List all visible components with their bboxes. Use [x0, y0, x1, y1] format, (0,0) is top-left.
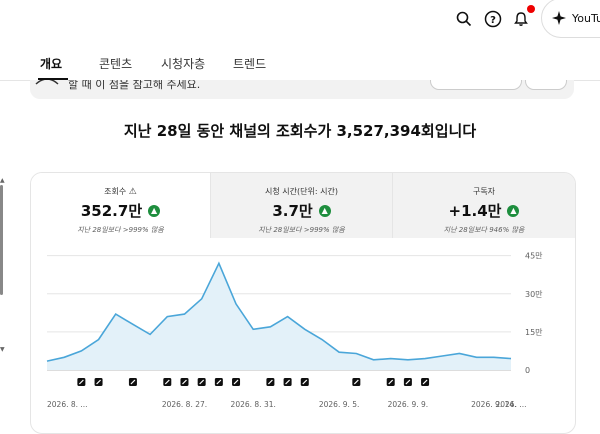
- banner-illustration-icon: [35, 80, 59, 85]
- trend-up-icon: ▲: [318, 204, 331, 217]
- y-tick-label: 30만: [525, 290, 543, 299]
- banner-text: 할 때 이 점을 참고해 주세요.: [68, 80, 201, 91]
- page-headline: 지난 28일 동안 채널의 조회수가 3,527,394회입니다: [123, 122, 477, 140]
- metric-views-value: 352.7만: [80, 202, 143, 220]
- metric-views[interactable]: 조회수 ⚠ 352.7만 ▲ 지난 28일보다 >999% 많음: [31, 173, 211, 238]
- metric-watch-time[interactable]: 시청 시간(단위: 시간) 3.7만 ▲ 지난 28일보다 >999% 많음: [211, 173, 393, 238]
- analytics-card: 조회수 ⚠ 352.7만 ▲ 지난 28일보다 >999% 많음 시청 시간(단위…: [30, 172, 576, 434]
- metric-views-label: 조회수: [104, 187, 127, 196]
- metric-views-comparison: 지난 28일보다 >999% 많음: [77, 226, 164, 234]
- sparkle-icon: [552, 11, 566, 25]
- trend-up-icon: ▲: [507, 204, 520, 217]
- video-upload-icon[interactable]: [352, 378, 361, 386]
- metric-watch-time-comparison: 지난 28일보다 >999% 많음: [258, 226, 345, 234]
- y-tick-label: 0: [525, 366, 530, 375]
- scrollbar-thumb[interactable]: [0, 185, 3, 295]
- video-upload-icon[interactable]: [94, 378, 103, 386]
- video-upload-icon[interactable]: [300, 378, 309, 386]
- youtube-button-label: YouTube: [572, 11, 600, 25]
- x-tick-label: 2026. 9. 9.: [388, 400, 429, 409]
- video-upload-icon[interactable]: [214, 378, 223, 386]
- views-area: [47, 263, 511, 370]
- top-bar: ? YouTube: [0, 0, 600, 42]
- metric-watch-time-label: 시청 시간(단위: 시간): [265, 187, 338, 196]
- x-tick-label: 2026. 8. 31.: [231, 400, 276, 409]
- search-icon[interactable]: [453, 8, 475, 30]
- video-upload-icon[interactable]: [283, 378, 292, 386]
- video-upload-icon[interactable]: [266, 378, 275, 386]
- x-tick-label: 2026. ...: [495, 400, 526, 409]
- x-tick-label: 2026. 8. 27.: [162, 400, 207, 409]
- metric-subscribers[interactable]: 구독자 +1.4만 ▲ 지난 28일보다 946% 많음: [393, 173, 575, 238]
- video-upload-icon[interactable]: [403, 378, 412, 386]
- views-chart[interactable]: 45만 30만 15만 0 2026. 8. ... 2026. 8. 27. 2026.…: [31, 238, 575, 433]
- scroll-down-arrow[interactable]: ▼: [0, 346, 5, 353]
- help-icon[interactable]: ?: [482, 8, 504, 30]
- banner-action-button[interactable]: [430, 80, 522, 90]
- info-banner: 할 때 이 점을 참고해 주세요.: [30, 80, 574, 99]
- tab-bar: 개요 콘텐츠 시청자층 트렌드: [0, 42, 600, 81]
- youtube-studio-button[interactable]: YouTube: [541, 0, 600, 38]
- video-upload-icon[interactable]: [232, 378, 241, 386]
- video-upload-icon[interactable]: [128, 378, 137, 386]
- trend-up-icon: ▲: [148, 204, 161, 217]
- warning-icon[interactable]: ⚠: [129, 187, 137, 197]
- bell-icon[interactable]: [510, 5, 535, 30]
- metric-subscribers-value: +1.4만: [448, 202, 502, 220]
- metric-subscribers-comparison: 지난 28일보다 946% 많음: [443, 226, 525, 234]
- x-tick-label: 2026. 8. ...: [47, 400, 88, 409]
- svg-text:?: ?: [490, 15, 496, 26]
- scroll-up-arrow[interactable]: ▲: [0, 177, 5, 184]
- video-upload-icon[interactable]: [421, 378, 430, 386]
- notification-dot: [527, 5, 535, 13]
- y-tick-label: 15만: [525, 328, 543, 337]
- tab-trends[interactable]: 트렌드: [233, 55, 266, 72]
- video-upload-icon[interactable]: [197, 378, 206, 386]
- video-upload-icon[interactable]: [180, 378, 189, 386]
- video-upload-icon[interactable]: [77, 378, 86, 386]
- x-tick-label: 2026. 9. 5.: [319, 400, 360, 409]
- banner-dismiss-button[interactable]: [525, 80, 567, 90]
- tab-audience[interactable]: 시청자층: [161, 55, 205, 72]
- video-upload-icon[interactable]: [163, 378, 172, 386]
- video-upload-icon[interactable]: [386, 378, 395, 386]
- metric-watch-time-value: 3.7만: [272, 202, 313, 220]
- tab-overview[interactable]: 개요: [40, 55, 62, 72]
- tab-content[interactable]: 콘텐츠: [99, 55, 132, 72]
- metric-subscribers-label: 구독자: [472, 187, 496, 196]
- y-tick-label: 45만: [525, 252, 543, 261]
